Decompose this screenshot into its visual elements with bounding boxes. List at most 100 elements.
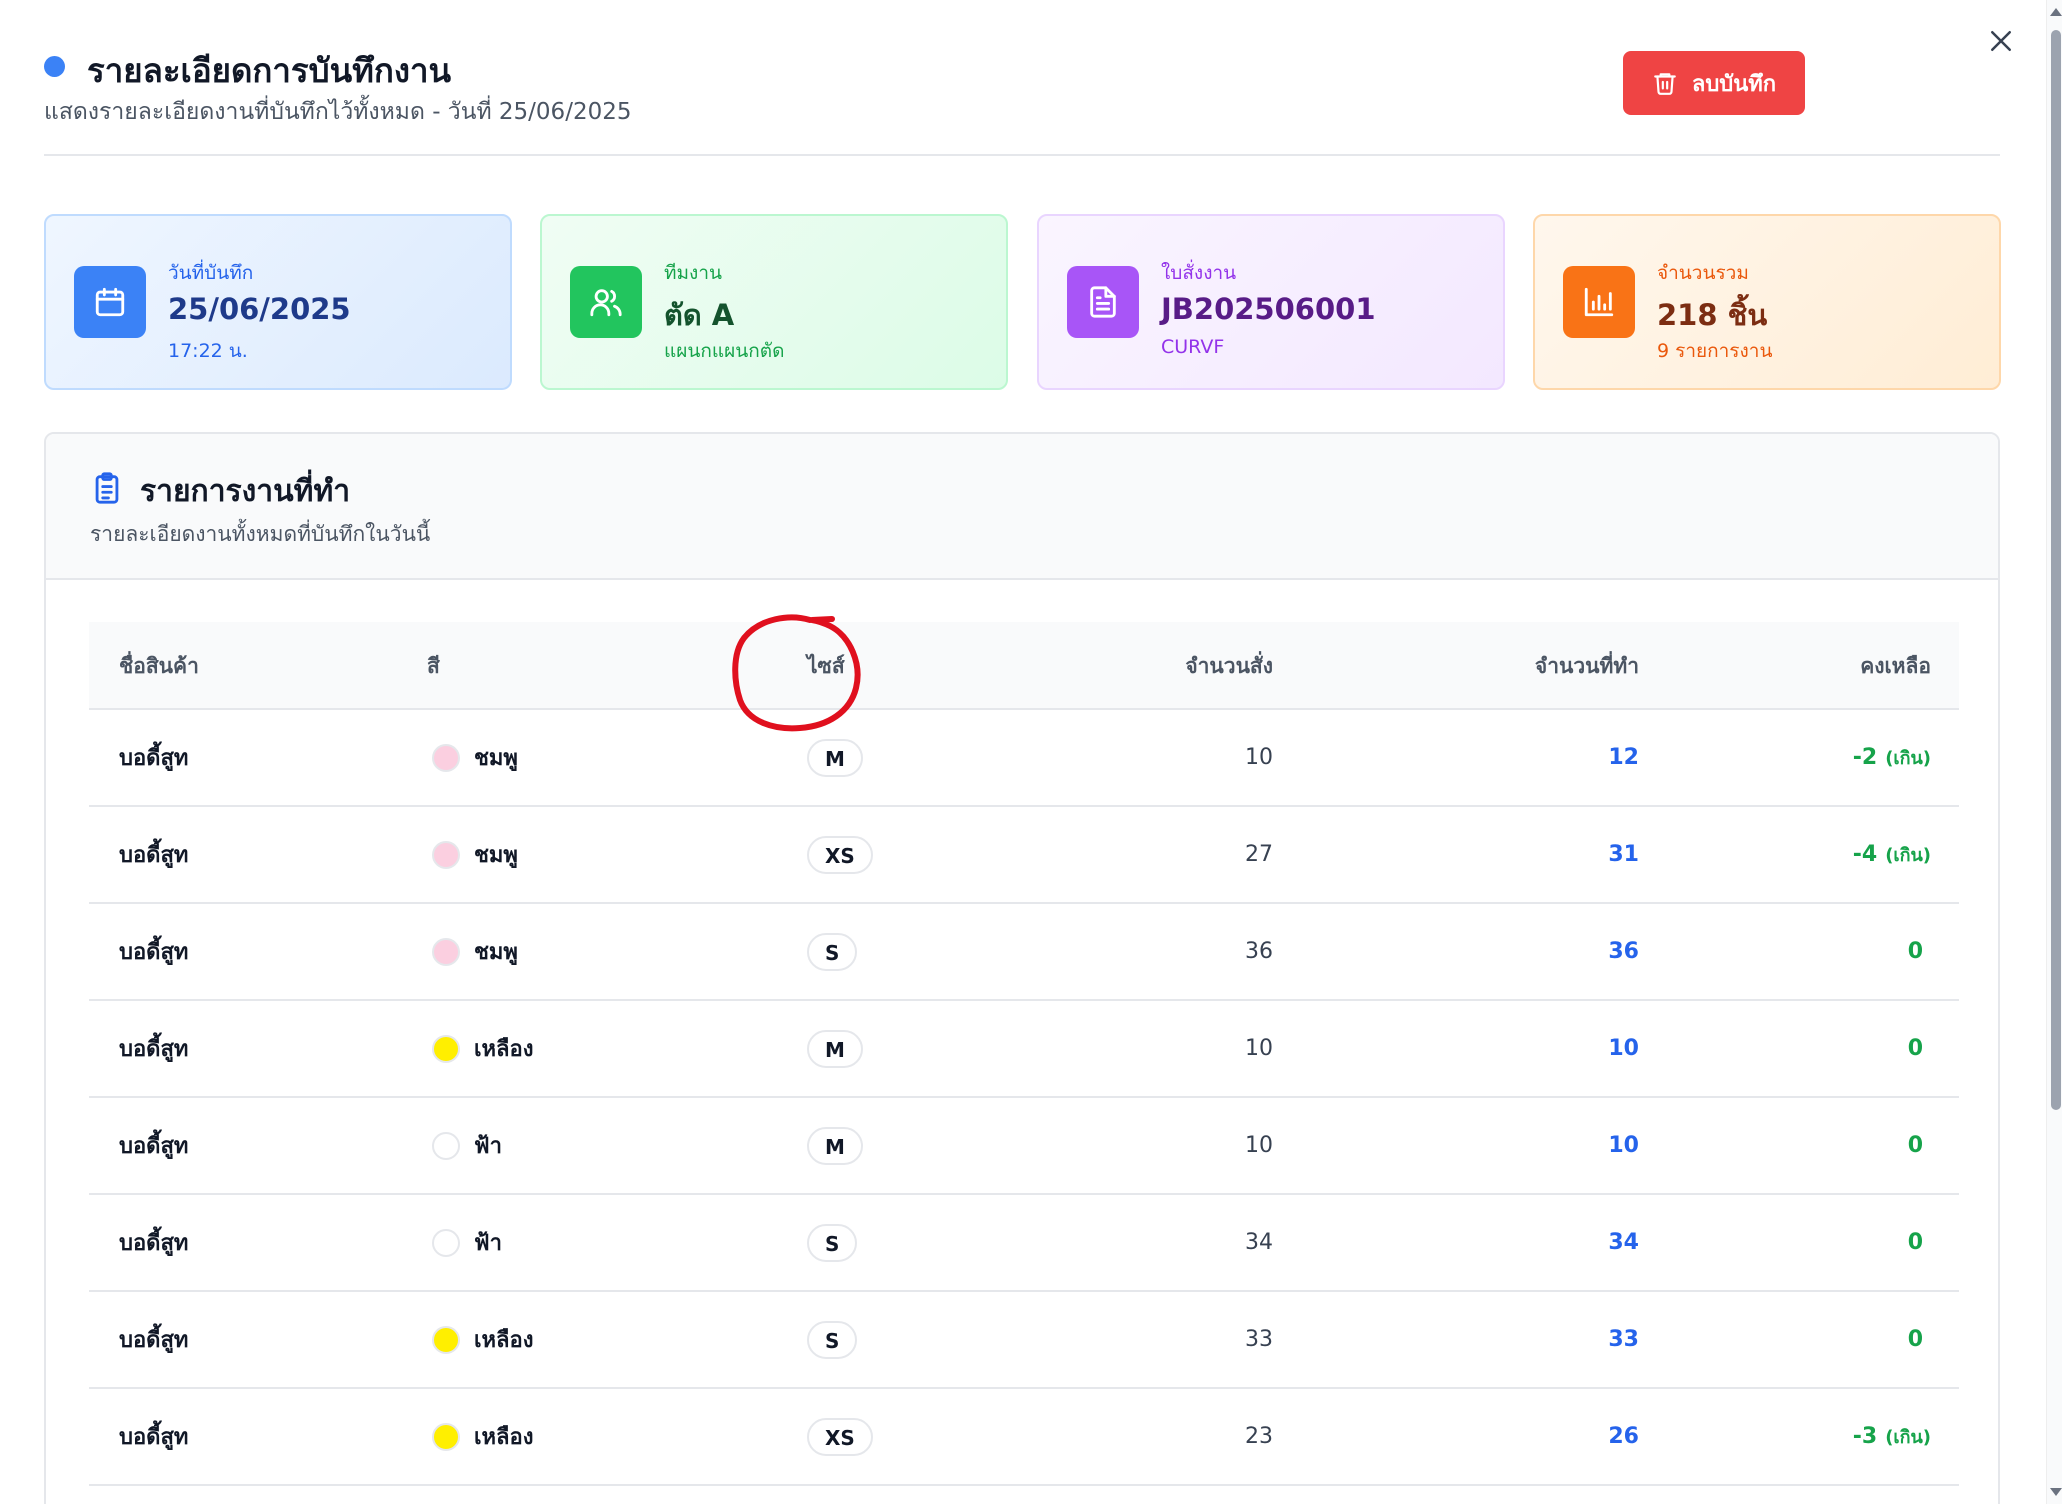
color-cell: ฟ้า — [432, 1195, 502, 1290]
size-badge: M — [807, 1126, 863, 1165]
scroll-down-arrow-icon[interactable] — [2050, 1488, 2062, 1496]
team-card-department: แผนกแผนกตัด — [664, 340, 785, 362]
calendar-icon — [95, 287, 125, 317]
team-card-label: ทีมงาน — [664, 262, 722, 284]
calendar-icon-box — [74, 266, 146, 338]
remaining-qty: -2 — [1852, 745, 1878, 770]
total-summary-card: จำนวนรวม 218 ชิ้น 9 รายการงาน — [1533, 214, 2001, 390]
done-qty: 36 — [1608, 939, 1639, 964]
date-card-value: 25/06/2025 — [168, 292, 351, 326]
modal-subtitle: แสดงรายละเอียดงานที่บันทึกไว้ทั้งหมด - ว… — [44, 99, 632, 125]
header-size: ไซส์ — [807, 654, 845, 678]
remaining-cell: -2 (เกิน) — [1853, 710, 1931, 805]
work-items-table: ชื่อสินค้า สี ไซส์ จำนวนสั่ง จำนวนที่ทำ … — [89, 622, 1959, 1486]
size-cell: XS — [807, 807, 873, 902]
color-swatch-icon — [432, 1325, 460, 1354]
color-cell: เหลือง — [432, 1001, 533, 1096]
section-subtitle: รายละเอียดงานทั้งหมดที่บันทึกในวันนี้ — [90, 522, 431, 546]
product-name: บอดี้สูท — [119, 940, 189, 965]
size-cell: XS — [807, 1389, 873, 1484]
color-cell: เหลือง — [432, 1292, 533, 1387]
remaining-qty: 0 — [1907, 1327, 1923, 1352]
color-name: ชมพู — [474, 746, 518, 771]
done-qty: 34 — [1608, 1230, 1639, 1255]
color-cell: ชมพู — [432, 807, 518, 902]
scrollbar-thumb[interactable] — [2051, 30, 2061, 1110]
color-cell: ชมพู — [432, 710, 518, 805]
remaining-cell: -3 (เกิน) — [1853, 1389, 1931, 1484]
chart-icon-box — [1563, 266, 1635, 338]
done-qty: 10 — [1608, 1036, 1639, 1061]
color-name: เหลือง — [474, 1425, 534, 1450]
product-name: บอดี้สูท — [119, 746, 189, 771]
size-cell: S — [807, 1195, 858, 1290]
users-icon-box — [570, 266, 642, 338]
clipboard-list-icon — [95, 472, 119, 504]
job-card-value: JB202506001 — [1161, 292, 1376, 326]
product-name: บอดี้สูท — [119, 1328, 189, 1353]
table-row: บอดี้สูท ฟ้า M 10 10 0 — [89, 1098, 1959, 1195]
color-cell: ชมพู — [432, 904, 518, 999]
team-card-value: ตัด A — [664, 298, 735, 332]
size-cell: S — [807, 1292, 858, 1387]
document-icon-box — [1067, 266, 1139, 338]
color-name: เหลือง — [474, 1037, 534, 1062]
total-card-value: 218 ชิ้น — [1657, 298, 1768, 332]
date-summary-card: วันที่บันทึก 25/06/2025 17:22 น. — [44, 214, 512, 390]
table-body: บอดี้สูท ชมพู M 10 12 -2 (เกิน) บอดี้สูท ชมพู XS 2… — [89, 710, 1959, 1486]
color-swatch-icon — [432, 1422, 460, 1451]
scroll-up-arrow-icon[interactable] — [2050, 8, 2062, 16]
size-cell: S — [807, 904, 858, 999]
delete-record-button[interactable]: ลบบันทึก — [1623, 51, 1805, 115]
remaining-qty: 0 — [1907, 939, 1923, 964]
color-name: ฟ้า — [474, 1134, 502, 1159]
table-row: บอดี้สูท ฟ้า S 34 34 0 — [89, 1195, 1959, 1292]
done-qty: 33 — [1608, 1327, 1639, 1352]
size-badge: S — [807, 1223, 858, 1262]
section-title: รายการงานที่ทำ — [140, 474, 351, 509]
header-product-name: ชื่อสินค้า — [119, 654, 199, 678]
color-name: ชมพู — [474, 940, 518, 965]
color-swatch-icon — [432, 1034, 460, 1063]
team-summary-card: ทีมงาน ตัด A แผนกแผนกตัด — [540, 214, 1008, 390]
date-card-label: วันที่บันทึก — [168, 262, 254, 284]
table-row: บอดี้สูท ชมพู M 10 12 -2 (เกิน) — [89, 710, 1959, 807]
color-name: เหลือง — [474, 1328, 534, 1353]
ordered-qty: 10 — [1245, 1036, 1273, 1061]
job-order-summary-card: ใบสั่งงาน JB202506001 CURVF — [1037, 214, 1505, 390]
header-done-qty: จำนวนที่ทำ — [1534, 654, 1639, 678]
header-ordered-qty: จำนวนสั่ง — [1185, 654, 1273, 678]
work-items-section: รายการงานที่ทำ รายละเอียดงานทั้งหมดที่บั… — [44, 432, 2000, 1504]
job-card-code: CURVF — [1161, 336, 1225, 358]
product-name: บอดี้สูท — [119, 1425, 189, 1450]
over-note: (เกิน) — [1885, 1427, 1931, 1448]
close-icon[interactable] — [1986, 26, 2016, 56]
color-swatch-icon — [432, 937, 460, 966]
header-color: สี — [427, 654, 440, 678]
color-name: ชมพู — [474, 843, 518, 868]
header-remaining: คงเหลือ — [1860, 654, 1931, 678]
product-name: บอดี้สูท — [119, 1134, 189, 1159]
bar-chart-icon — [1584, 287, 1614, 317]
size-badge: S — [807, 1320, 858, 1359]
ordered-qty: 10 — [1245, 745, 1273, 770]
over-note: (เกิน) — [1885, 748, 1931, 769]
color-swatch-icon — [432, 1131, 460, 1160]
product-name: บอดี้สูท — [119, 843, 189, 868]
done-qty: 31 — [1608, 842, 1639, 867]
color-cell: เหลือง — [432, 1389, 533, 1484]
table-header: ชื่อสินค้า สี ไซส์ จำนวนสั่ง จำนวนที่ทำ … — [89, 622, 1959, 710]
document-icon — [1090, 286, 1116, 318]
size-badge: M — [807, 738, 863, 777]
ordered-qty: 10 — [1245, 1133, 1273, 1158]
remaining-qty: 0 — [1907, 1230, 1923, 1255]
users-icon — [590, 289, 622, 317]
ordered-qty: 36 — [1245, 939, 1273, 964]
table-row: บอดี้สูท เหลือง XS 23 26 -3 (เกิน) — [89, 1389, 1959, 1486]
section-header: รายการงานที่ทำ รายละเอียดงานทั้งหมดที่บั… — [46, 434, 1998, 580]
remaining-qty: 0 — [1907, 1133, 1923, 1158]
remaining-cell: 0 — [1908, 1195, 1931, 1290]
size-badge: XS — [807, 835, 873, 874]
remaining-cell: 0 — [1908, 1098, 1931, 1193]
job-card-label: ใบสั่งงาน — [1161, 262, 1237, 284]
